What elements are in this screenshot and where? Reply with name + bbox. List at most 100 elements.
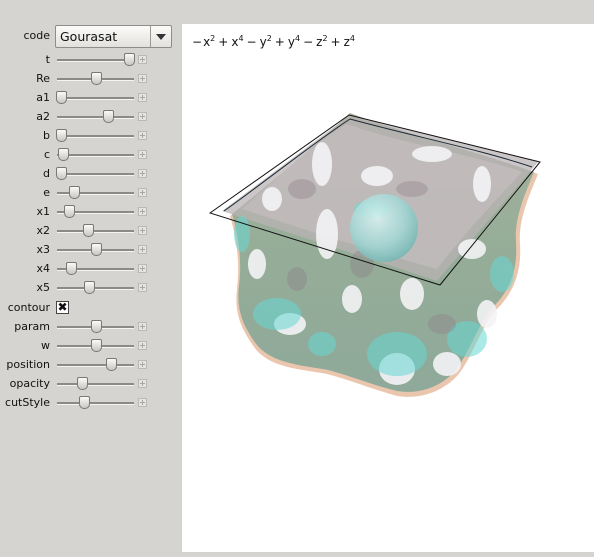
slider-label-a1: a1: [36, 91, 50, 104]
slider-thumb-a2[interactable]: [102, 110, 114, 123]
code-dropdown-value: Gourasat: [60, 29, 118, 44]
slider-label-t: t: [45, 53, 50, 66]
slider-label-x1: x1: [36, 205, 50, 218]
slider-label-d: d: [43, 167, 50, 180]
plus-icon[interactable]: [138, 398, 147, 407]
slider-thumb-d[interactable]: [55, 167, 67, 180]
slider-thumb-b[interactable]: [55, 129, 67, 142]
slider-row-re: Re: [0, 71, 180, 87]
controls-panel: code Gourasat t Re a1 a2 b c d e x1 x2 x3 x4 x5 cont…: [0, 0, 180, 557]
slider-row-position: position: [0, 357, 180, 373]
contour-row: contour ✖: [0, 300, 180, 316]
slider-label-c: c: [43, 148, 50, 161]
slider-thumb-cutstyle[interactable]: [78, 396, 90, 409]
canvas-top-strip: [182, 0, 594, 24]
plus-icon[interactable]: [138, 245, 147, 254]
plus-icon[interactable]: [138, 93, 147, 102]
slider-opacity[interactable]: [57, 377, 134, 390]
slider-c[interactable]: [57, 148, 134, 161]
slider-re[interactable]: [57, 72, 134, 85]
plus-icon[interactable]: [138, 169, 147, 178]
slider-row-opacity: opacity: [0, 376, 180, 392]
plus-icon[interactable]: [138, 55, 147, 64]
slider-thumb-x4[interactable]: [65, 262, 77, 275]
slider-cutstyle[interactable]: [57, 396, 134, 409]
contour-label: contour: [7, 301, 50, 314]
slider-label-a2: a2: [36, 110, 50, 123]
plus-icon[interactable]: [138, 226, 147, 235]
plus-icon[interactable]: [138, 207, 147, 216]
plus-icon[interactable]: [138, 131, 147, 140]
plot-canvas[interactable]: −x2 + x4− y2 + y4− z2 + z4: [182, 24, 594, 552]
plus-icon[interactable]: [138, 74, 147, 83]
slider-label-opacity: opacity: [9, 377, 50, 390]
slider-e[interactable]: [57, 186, 134, 199]
chevron-down-icon[interactable]: [150, 26, 171, 47]
slider-row-cutstyle: cutStyle: [0, 395, 180, 411]
slider-row-d: d: [0, 166, 180, 182]
plus-icon[interactable]: [138, 264, 147, 273]
slider-label-re: Re: [36, 72, 50, 85]
code-label: code: [23, 29, 50, 42]
slider-row-x2: x2: [0, 223, 180, 239]
slider-label-b: b: [43, 129, 50, 142]
slider-x2[interactable]: [57, 224, 134, 237]
slider-row-x5: x5: [0, 280, 180, 296]
slider-a1[interactable]: [55, 91, 134, 104]
slider-x5[interactable]: [57, 281, 134, 294]
slider-label-e: e: [43, 186, 50, 199]
slider-x3[interactable]: [57, 243, 134, 256]
slider-thumb-c[interactable]: [58, 148, 70, 161]
plus-icon[interactable]: [138, 360, 147, 369]
slider-label-param: param: [14, 320, 50, 333]
plus-icon[interactable]: [138, 379, 147, 388]
slider-thumb-param[interactable]: [90, 320, 102, 333]
slider-x1[interactable]: [57, 205, 134, 218]
slider-thumb-x5[interactable]: [84, 281, 96, 294]
slider-thumb-position[interactable]: [105, 358, 117, 371]
plus-icon[interactable]: [138, 150, 147, 159]
plus-icon[interactable]: [138, 188, 147, 197]
slider-x4[interactable]: [57, 262, 134, 275]
plus-icon[interactable]: [138, 283, 147, 292]
center-sphere: [350, 194, 418, 262]
slider-thumb-x2[interactable]: [82, 224, 94, 237]
slider-thumb-x1[interactable]: [63, 205, 75, 218]
code-dropdown[interactable]: Gourasat: [55, 25, 172, 48]
slider-label-cutstyle: cutStyle: [5, 396, 50, 409]
surface-plot[interactable]: [182, 24, 594, 552]
slider-param[interactable]: [57, 320, 134, 333]
plus-icon[interactable]: [138, 341, 147, 350]
slider-label-x2: x2: [36, 224, 50, 237]
slider-a2[interactable]: [57, 110, 134, 123]
slider-thumb-w[interactable]: [90, 339, 102, 352]
slider-thumb-a1[interactable]: [55, 91, 67, 104]
plus-icon[interactable]: [138, 322, 147, 331]
slider-w[interactable]: [57, 339, 134, 352]
slider-label-x4: x4: [36, 262, 50, 275]
slider-b[interactable]: [55, 129, 134, 142]
slider-row-x3: x3: [0, 242, 180, 258]
slider-row-param: param: [0, 319, 180, 335]
slider-thumb-re[interactable]: [90, 72, 102, 85]
slider-label-x5: x5: [36, 281, 50, 294]
slider-label-w: w: [41, 339, 50, 352]
slider-row-c: c: [0, 147, 180, 163]
slider-d[interactable]: [55, 167, 134, 180]
plus-icon[interactable]: [138, 112, 147, 121]
slider-label-x3: x3: [36, 243, 50, 256]
slider-label-position: position: [6, 358, 50, 371]
slider-position[interactable]: [57, 358, 134, 371]
slider-row-x4: x4: [0, 261, 180, 277]
slider-row-t: t: [0, 52, 180, 68]
slider-t[interactable]: [57, 53, 135, 66]
slider-row-w: w: [0, 338, 180, 354]
slider-row-x1: x1: [0, 204, 180, 220]
contour-checkbox[interactable]: ✖: [56, 301, 69, 314]
slider-thumb-x3[interactable]: [90, 243, 102, 256]
slider-thumb-opacity[interactable]: [77, 377, 89, 390]
slider-thumb-t[interactable]: [123, 53, 135, 66]
slider-thumb-e[interactable]: [68, 186, 80, 199]
slider-row-b: b: [0, 128, 180, 144]
slider-row-a2: a2: [0, 109, 180, 125]
